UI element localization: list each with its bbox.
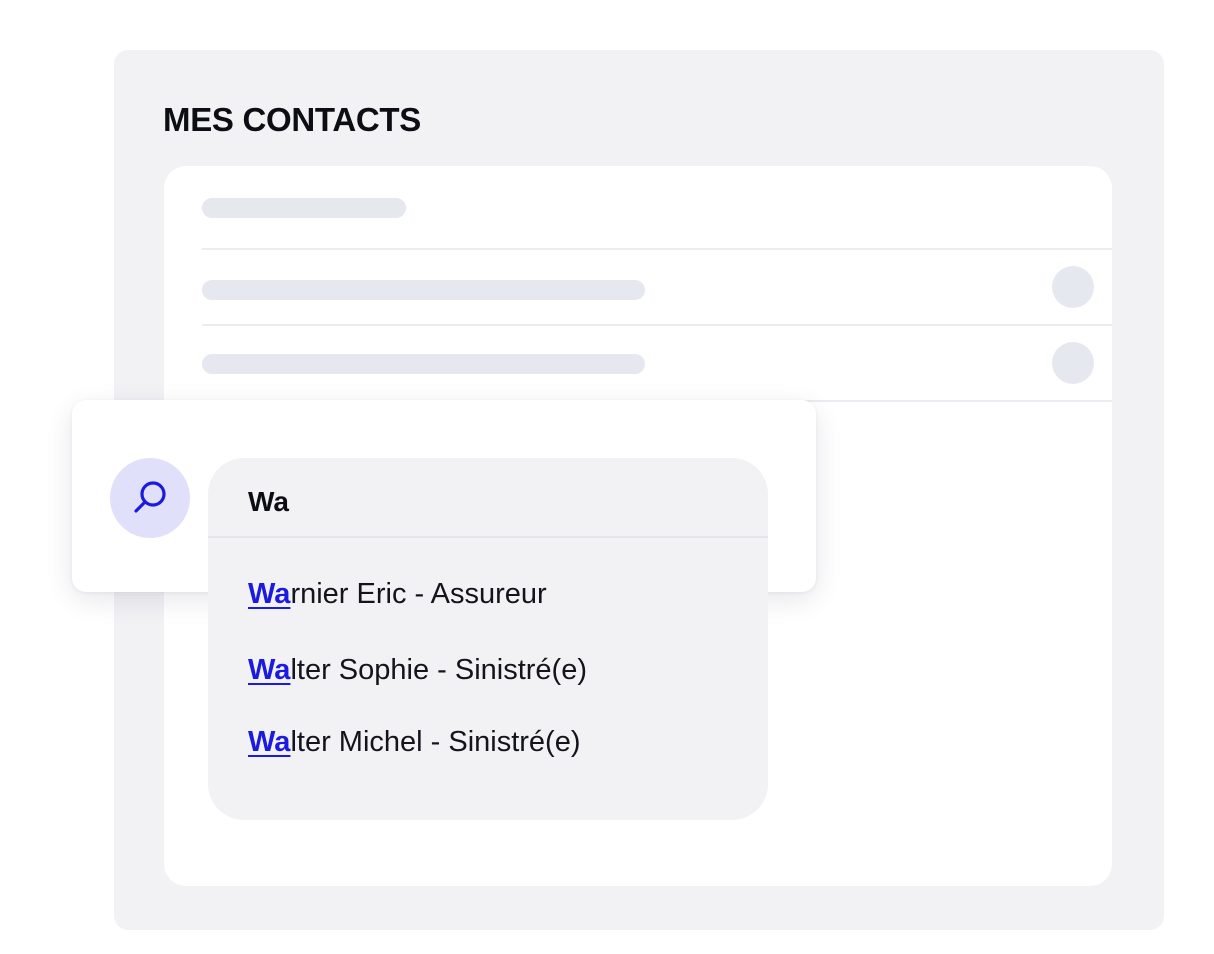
list-item-avatar-placeholder <box>1052 342 1094 384</box>
suggestion-match: Wa <box>248 654 291 686</box>
list-divider <box>202 248 1112 250</box>
suggestion-item[interactable]: Walter Michel - Sinistré(e) <box>248 724 581 760</box>
magnifier-glyph <box>134 481 166 513</box>
search-icon[interactable] <box>110 458 190 538</box>
list-item-avatar-placeholder <box>1052 266 1094 308</box>
suggestion-match: Wa <box>248 726 291 758</box>
suggestion-rest: lter Sophie - Sinistré(e) <box>290 654 587 686</box>
page-title: MES CONTACTS <box>163 101 421 138</box>
list-item-text-placeholder <box>202 354 645 374</box>
search-divider <box>208 536 768 538</box>
list-item-text-placeholder <box>202 280 645 300</box>
list-header-placeholder <box>202 198 406 218</box>
suggestion-item[interactable]: Walter Sophie - Sinistré(e) <box>248 652 587 688</box>
list-divider <box>202 324 1112 326</box>
suggestion-item[interactable]: Warnier Eric - Assureur <box>248 576 547 612</box>
suggestion-rest: rnier Eric - Assureur <box>290 578 547 610</box>
suggestion-match: Wa <box>248 578 291 610</box>
search-input[interactable] <box>248 482 728 522</box>
suggestion-rest: lter Michel - Sinistré(e) <box>290 726 581 758</box>
search-autocomplete: Warnier Eric - Assureur Walter Sophie - … <box>208 458 768 820</box>
